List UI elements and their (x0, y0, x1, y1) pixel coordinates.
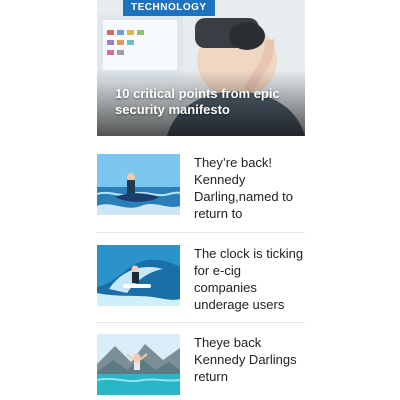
surf-wave-image (97, 245, 180, 306)
divider (97, 232, 305, 233)
article-title[interactable]: The clock is ticking for e-cig companies… (194, 245, 306, 313)
jetski-image (97, 154, 180, 215)
list-item[interactable]: Theye back Kennedy Darlings return (97, 334, 306, 395)
list-item[interactable]: They’re back! Kennedy Darling,named to r… (97, 154, 306, 222)
list-item[interactable]: The clock is ticking for e-cig companies… (97, 245, 305, 315)
article-title[interactable]: They’re back! Kennedy Darling,named to r… (194, 154, 306, 222)
lake-mountain-image (97, 334, 180, 395)
article-thumbnail[interactable] (97, 245, 180, 306)
article-thumbnail[interactable] (97, 154, 180, 215)
featured-article-card[interactable]: TECHNOLOGY 10 critical points from epic … (97, 0, 305, 136)
featured-title[interactable]: 10 critical points from epic security ma… (115, 86, 295, 118)
category-badge[interactable]: TECHNOLOGY (123, 0, 215, 16)
divider (97, 322, 305, 323)
article-title[interactable]: Theye back Kennedy Darlings return (194, 334, 306, 385)
article-thumbnail[interactable] (97, 334, 180, 395)
